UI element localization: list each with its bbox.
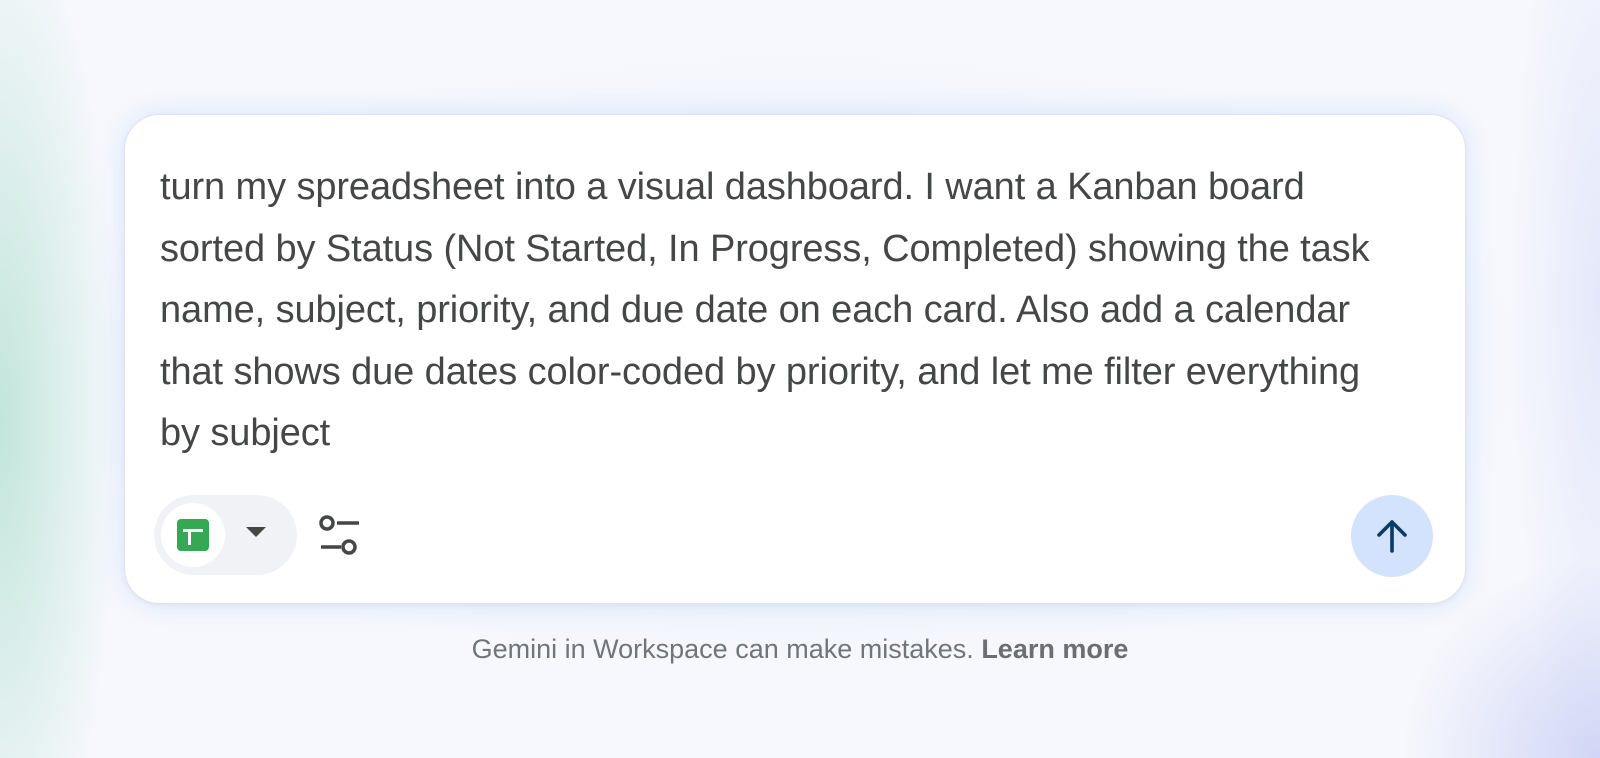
- arrow-up-icon: [1377, 520, 1407, 553]
- prompt-card: turn my spreadsheet into a visual dashbo…: [124, 114, 1466, 604]
- google-sheets-icon: [177, 519, 209, 551]
- source-selector-chip[interactable]: [154, 495, 297, 575]
- tools-button[interactable]: [313, 510, 363, 560]
- send-button[interactable]: [1351, 495, 1433, 577]
- disclaimer-text: Gemini in Workspace can make mistakes.: [471, 634, 974, 664]
- prompt-input[interactable]: turn my spreadsheet into a visual dashbo…: [160, 157, 1400, 465]
- tune-sliders-icon: [319, 515, 359, 555]
- sheets-icon-container: [161, 503, 225, 567]
- learn-more-link[interactable]: Learn more: [981, 634, 1128, 664]
- disclaimer: Gemini in Workspace can make mistakes. L…: [0, 634, 1600, 665]
- caret-down-icon[interactable]: [245, 525, 267, 539]
